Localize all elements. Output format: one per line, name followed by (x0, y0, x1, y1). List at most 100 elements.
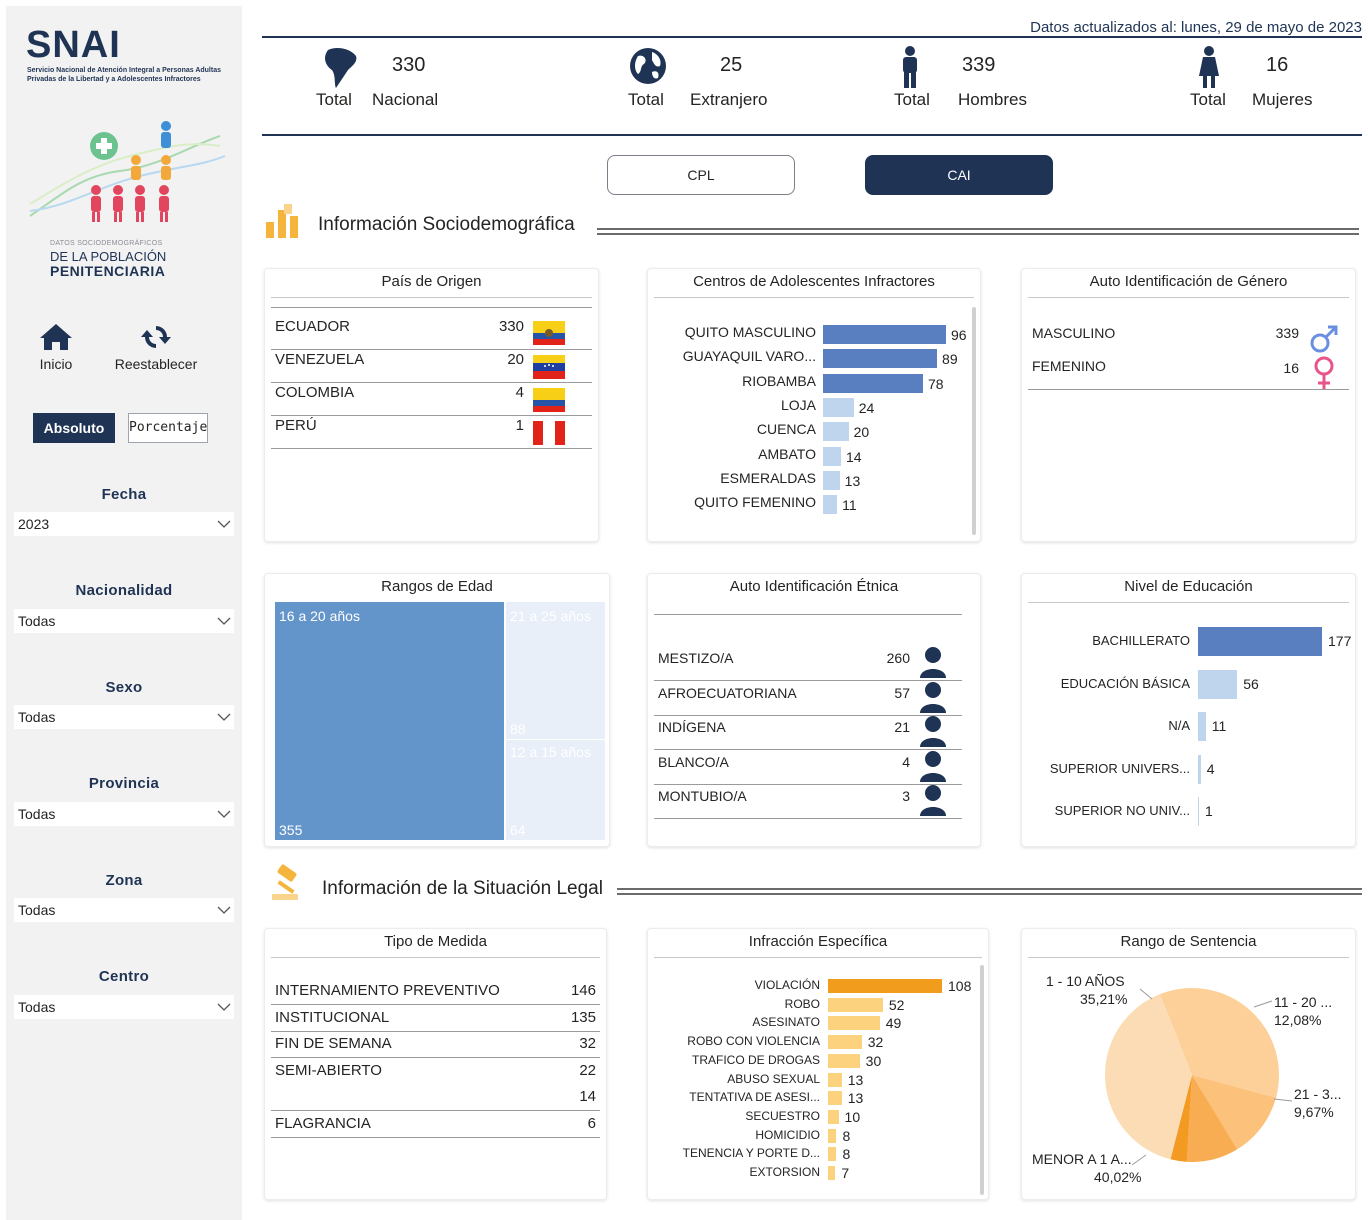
bar[interactable] (828, 1128, 837, 1143)
medida-value: 22 (579, 1061, 596, 1079)
kpi-label-1: Total (628, 90, 664, 109)
filter-centro-select[interactable]: Todas (14, 995, 234, 1019)
bar[interactable] (823, 325, 946, 344)
bar-value: 13 (844, 472, 861, 489)
logo-caption-big: PENITENCIARIA (50, 263, 166, 279)
filter-zona-value: Todas (18, 902, 56, 918)
section-divider (597, 228, 1359, 235)
bar[interactable] (1198, 627, 1322, 656)
home-button[interactable]: Inicio (32, 322, 80, 372)
bar[interactable] (828, 1091, 842, 1106)
bar[interactable] (828, 997, 883, 1012)
bar[interactable] (1198, 754, 1201, 784)
row-divider (654, 749, 962, 751)
row-divider (271, 1137, 600, 1138)
pais-name: PERÚ (275, 417, 317, 434)
scrollbar[interactable] (980, 965, 984, 1195)
person-icon (920, 647, 946, 678)
treemap-block-12-15[interactable]: 12 a 15 años 64 (506, 740, 605, 840)
cai-button[interactable]: CAI (865, 155, 1053, 195)
row-divider (271, 382, 592, 383)
row-divider (654, 818, 962, 820)
scrollbar[interactable] (972, 307, 976, 535)
bar[interactable] (828, 1016, 880, 1031)
kpi-value: 330 (392, 54, 426, 76)
logo-caption-small: DATOS SOCIODEMOGRÁFICOS (50, 240, 163, 247)
bar[interactable] (823, 422, 849, 442)
bar[interactable] (823, 349, 938, 369)
home-icon (40, 324, 72, 350)
filter-title-nacionalidad: Nacionalidad (75, 582, 173, 599)
bar[interactable] (828, 1166, 836, 1180)
card-title: Rangos de Edad (381, 578, 493, 595)
row-divider (654, 783, 962, 785)
bar[interactable] (823, 470, 840, 490)
chevron-down-icon (217, 713, 231, 721)
bar[interactable] (823, 495, 838, 515)
bar[interactable] (828, 1053, 860, 1068)
treemap-block-16-20[interactable]: 16 a 20 años 355 (275, 602, 504, 840)
row-divider (271, 1030, 600, 1032)
chevron-down-icon (217, 520, 231, 528)
bar[interactable] (1198, 797, 1199, 826)
dashboard: SNAI Servicio Nacional de Atención Integ… (0, 0, 1368, 1220)
bar[interactable] (828, 979, 942, 993)
bar-value: 89 (942, 351, 958, 368)
bar[interactable] (1198, 712, 1206, 741)
kpi-value: 339 (962, 54, 996, 76)
person-icon (920, 750, 946, 782)
bar[interactable] (823, 373, 923, 393)
bar-value: 10 (844, 1108, 861, 1125)
pie-label-name: 1 - 10 AÑOS (1046, 973, 1125, 989)
pie-label-pct: 12,08% (1274, 1012, 1322, 1028)
genero-name: MASCULINO (1032, 325, 1116, 341)
reset-button[interactable]: Reestablecer (104, 322, 208, 372)
centros-bar-chart: QUITO MASCULINO 96 GUAYAQUIL VARO... 89 RIOB… (648, 269, 982, 543)
filter-provincia-select[interactable]: Todas (14, 802, 234, 826)
pie-leader-line (1253, 1000, 1273, 1008)
bar-value: 13 (847, 1071, 864, 1088)
genero-value: 339 (1275, 325, 1299, 341)
cpl-button[interactable]: CPL (607, 155, 795, 195)
filter-provincia-value: Todas (18, 806, 56, 822)
card-centros: Centros de Adolescentes Infractores QUIT… (647, 268, 981, 542)
globe-icon (630, 48, 666, 84)
bar[interactable] (828, 1147, 837, 1162)
pie-label-name: MENOR A 1 A... (1032, 1151, 1132, 1167)
pie-label-name: 21 - 3... (1294, 1086, 1342, 1102)
bar[interactable] (1198, 669, 1238, 699)
absolute-toggle[interactable]: Absoluto (33, 413, 115, 443)
bar[interactable] (828, 1035, 862, 1050)
etnia-value: 57 (894, 684, 910, 701)
bar[interactable] (828, 1109, 839, 1124)
filter-zona-select[interactable]: Todas (14, 898, 234, 922)
venezuela-flag-icon (533, 355, 565, 379)
population-illustration (29, 121, 226, 222)
bar-value: 24 (858, 399, 875, 416)
row-divider (271, 415, 592, 416)
bar[interactable] (823, 446, 841, 466)
etnia-name: MESTIZO/A (658, 650, 734, 666)
filter-fecha-select[interactable]: 2023 (14, 512, 234, 536)
bar[interactable] (823, 397, 854, 417)
bar-value: 14 (845, 448, 862, 465)
bar[interactable] (828, 1072, 842, 1087)
pais-name: VENEZUELA (275, 351, 365, 368)
percentage-toggle[interactable]: Porcentaje (128, 413, 208, 443)
bar-value: 56 (1243, 675, 1259, 692)
bar-label: QUITO MASCULINO (684, 324, 816, 340)
bar-value: 4 (1206, 760, 1215, 777)
treemap-block-21-25[interactable]: 21 a 25 años 88 (506, 602, 605, 739)
bar-value: 11 (842, 497, 857, 514)
filter-sexo-select[interactable]: Todas (14, 705, 234, 729)
pie-label-name: 11 - 20 ... (1274, 994, 1333, 1010)
bar-label: SUPERIOR NO UNIV... (1054, 803, 1190, 818)
filter-fecha-value: 2023 (18, 516, 50, 532)
card-title: Auto Identificación de Género (1089, 273, 1288, 290)
person-icon (920, 785, 946, 817)
filter-nacionalidad-select[interactable]: Todas (14, 609, 234, 633)
bar-label: EDUCACIÓN BÁSICA (1060, 675, 1190, 691)
filter-title-sexo: Sexo (105, 679, 143, 696)
medida-value: 14 (579, 1088, 596, 1106)
bar-label: ASESINATO (752, 1015, 820, 1030)
